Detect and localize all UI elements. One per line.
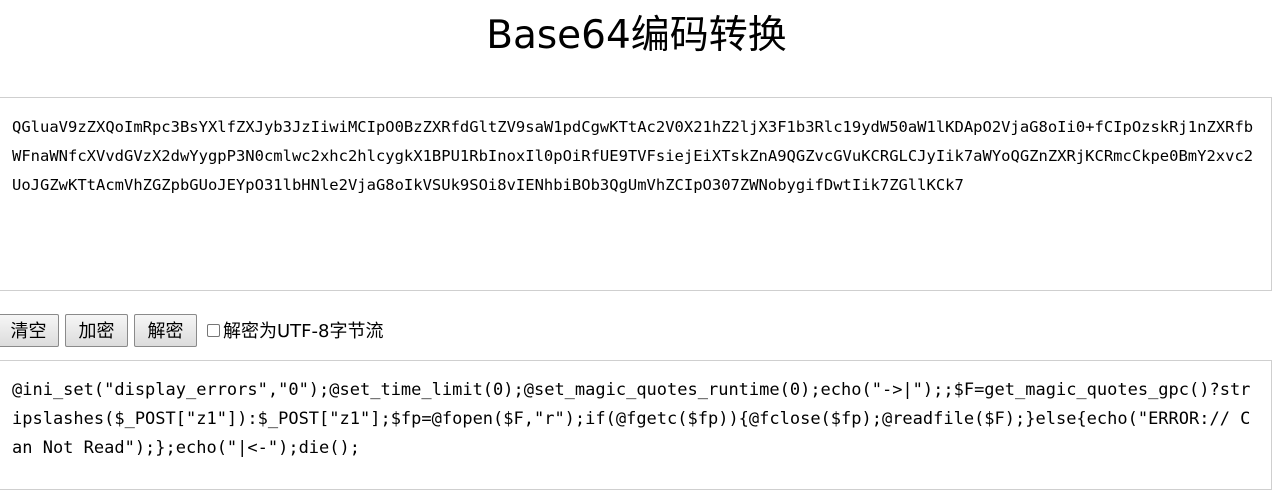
decoded-output[interactable]: @ini_set("display_errors","0");@set_time… xyxy=(0,360,1272,490)
decrypt-button[interactable]: 解密 xyxy=(134,313,197,347)
encrypt-button[interactable]: 加密 xyxy=(65,313,128,347)
utf8-option[interactable]: 解密为UTF-8字节流 xyxy=(207,317,383,343)
page-title: Base64编码转换 xyxy=(486,13,787,58)
clear-button[interactable]: 清空 xyxy=(0,313,59,347)
action-toolbar: 清空 加密 解密 解密为UTF-8字节流 xyxy=(0,312,383,348)
base64-input[interactable]: QGluaV9zZXQoImRpc3BsYXlfZXJyb3JzIiwiMCIp… xyxy=(0,97,1272,291)
utf8-label: 解密为UTF-8字节流 xyxy=(223,321,384,342)
utf8-checkbox[interactable] xyxy=(207,323,220,337)
